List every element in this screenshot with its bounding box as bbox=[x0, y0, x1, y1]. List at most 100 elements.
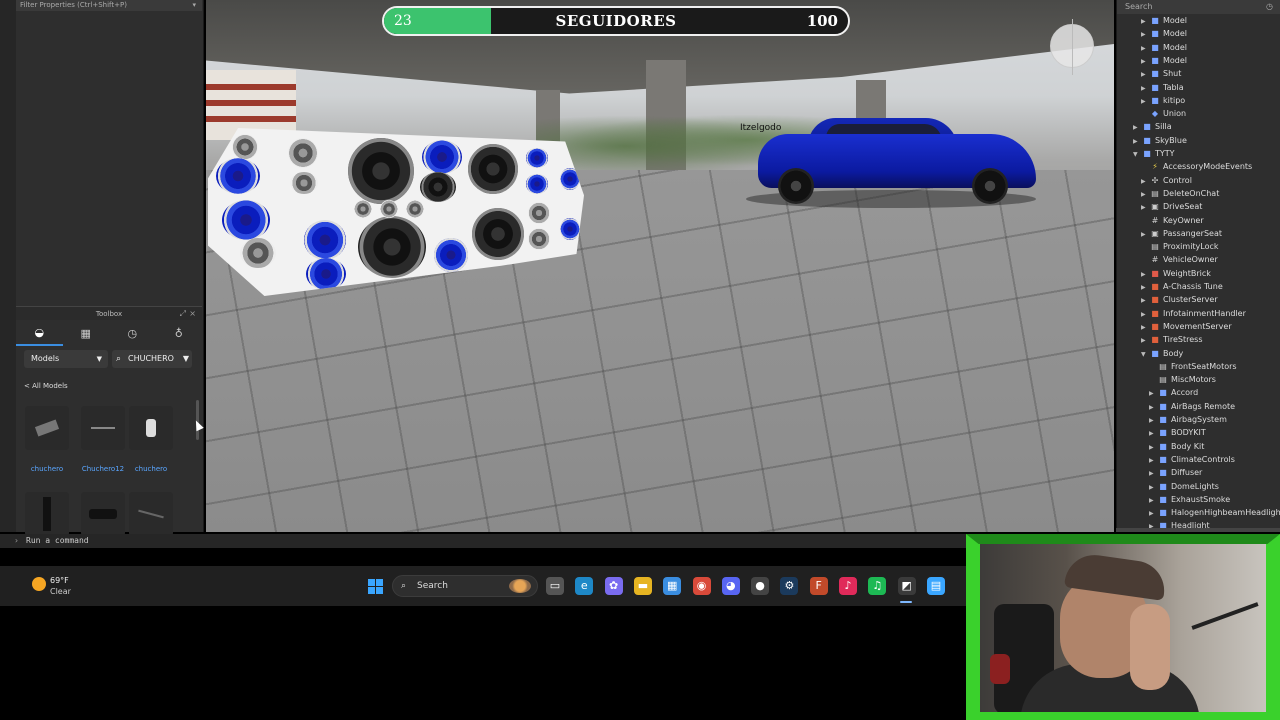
float-icon[interactable]: ⤢ bbox=[180, 307, 186, 321]
chevron-right-icon[interactable]: ▶ bbox=[1141, 228, 1150, 241]
filter-properties-input[interactable]: Filter Properties (Ctrl+Shift+P) ▾ bbox=[16, 0, 202, 11]
tree-item[interactable]: ▶ ■ AirBags Remote bbox=[1149, 400, 1235, 413]
tree-item[interactable]: ▤ MiscMotors bbox=[1149, 373, 1216, 386]
tiktok-icon[interactable]: ♪ bbox=[839, 577, 857, 595]
roblox-studio-icon[interactable]: ◩ bbox=[897, 577, 916, 595]
history-icon[interactable]: ◷ bbox=[1266, 0, 1273, 14]
chevron-down-icon[interactable]: ▼ bbox=[1133, 148, 1142, 161]
chevron-right-icon[interactable]: ▶ bbox=[1149, 494, 1158, 507]
chevron-right-icon[interactable]: ▶ bbox=[1141, 334, 1150, 347]
tree-item[interactable]: ▤ ProximityLock bbox=[1141, 240, 1218, 253]
tree-item[interactable]: ▶ ■ Diffuser bbox=[1149, 466, 1202, 479]
model-item[interactable] bbox=[76, 492, 130, 560]
chevron-right-icon[interactable]: ▶ bbox=[1141, 268, 1150, 281]
chevron-right-icon[interactable]: ▶ bbox=[1149, 441, 1158, 454]
tree-item[interactable]: ▶ ■ SkyBlue bbox=[1133, 134, 1187, 147]
chevron-right-icon[interactable]: ▶ bbox=[1149, 454, 1158, 467]
chevron-right-icon[interactable]: ▶ bbox=[1149, 387, 1158, 400]
explorer-search-input[interactable]: Search ◷ bbox=[1117, 0, 1280, 14]
tree-item[interactable]: ▶ ■ TireStress bbox=[1141, 333, 1202, 346]
chevron-right-icon[interactable]: ▶ bbox=[1141, 68, 1150, 81]
chevron-right-icon[interactable]: ▶ bbox=[1149, 507, 1158, 520]
taskbar-search[interactable]: ⌕ Search bbox=[392, 575, 538, 597]
store-icon[interactable]: ▦ bbox=[663, 577, 682, 595]
model-item[interactable]: Chuchero12 bbox=[76, 406, 130, 474]
model-item[interactable] bbox=[20, 492, 74, 560]
tree-item[interactable]: # KeyOwner bbox=[1141, 214, 1204, 227]
category-dropdown[interactable]: Models ▼ bbox=[24, 350, 108, 368]
spotify-icon[interactable]: ♫ bbox=[868, 577, 887, 595]
model-item-label[interactable]: chuchero bbox=[124, 465, 178, 473]
chevron-down-icon[interactable]: ▼ bbox=[1141, 348, 1150, 361]
chevron-right-icon[interactable]: ▶ bbox=[1149, 467, 1158, 480]
tree-item[interactable]: ▶ ■ ClimateControls bbox=[1149, 453, 1235, 466]
chevron-right-icon[interactable]: ▶ bbox=[1141, 175, 1150, 188]
blue-car-model[interactable] bbox=[758, 116, 1038, 204]
tree-item[interactable]: ▶ ■ Model bbox=[1141, 27, 1187, 40]
tree-item[interactable]: ▶ ■ ClusterServer bbox=[1141, 293, 1218, 306]
filter-icon[interactable]: ▼ bbox=[183, 350, 189, 368]
chevron-right-icon[interactable]: ▶ bbox=[1149, 401, 1158, 414]
tree-item[interactable]: # VehicleOwner bbox=[1141, 253, 1218, 266]
chevron-down-icon[interactable]: ▾ bbox=[192, 0, 196, 11]
chevron-right-icon[interactable]: ▶ bbox=[1149, 414, 1158, 427]
weather-widget[interactable]: 69°F Clear bbox=[28, 574, 88, 600]
tree-item[interactable]: ⚡ AccessoryModeEvents bbox=[1141, 160, 1252, 173]
tree-item[interactable]: ▼ ■ Body bbox=[1141, 347, 1183, 360]
windows-start-icon[interactable] bbox=[368, 579, 383, 594]
chevron-right-icon[interactable]: ▶ bbox=[1141, 281, 1150, 294]
tree-item[interactable]: ▶ ■ Tabla bbox=[1141, 81, 1184, 94]
chevron-right-icon[interactable]: ▶ bbox=[1141, 15, 1150, 28]
tree-item[interactable]: ▶ ■ Silla bbox=[1133, 120, 1172, 133]
tree-item[interactable]: ▶ ■ Body Kit bbox=[1149, 440, 1204, 453]
chevron-right-icon[interactable]: ▶ bbox=[1133, 121, 1142, 134]
tree-item[interactable]: ▶ ✣ Control bbox=[1141, 174, 1192, 187]
chevron-right-icon[interactable]: ▶ bbox=[1141, 28, 1150, 41]
tree-item[interactable]: ▶ ■ Model bbox=[1141, 41, 1187, 54]
tree-item[interactable]: ▶ ▣ PassangerSeat bbox=[1141, 227, 1222, 240]
model-item-label[interactable]: chuchero bbox=[20, 465, 74, 473]
discord-icon[interactable]: ◕ bbox=[721, 577, 740, 595]
tf-icon[interactable]: F bbox=[809, 577, 828, 595]
model-item[interactable]: chuchero bbox=[20, 406, 74, 474]
model-item[interactable]: chuchero bbox=[124, 406, 178, 474]
tree-item[interactable]: ▶ ■ kitipo bbox=[1141, 94, 1185, 107]
chevron-right-icon[interactable]: ▶ bbox=[1141, 95, 1150, 108]
file-explorer-icon[interactable]: ▬ bbox=[633, 577, 652, 595]
tree-item[interactable]: ▶ ■ Shut bbox=[1141, 67, 1181, 80]
tree-item[interactable]: ▶ ▣ DriveSeat bbox=[1141, 200, 1202, 213]
tab-marketplace[interactable]: ▦ bbox=[63, 320, 110, 346]
tree-item[interactable]: ▶ ■ BODYKIT bbox=[1149, 426, 1206, 439]
tree-item[interactable]: ▶ ■ ExhaustSmoke bbox=[1149, 493, 1230, 506]
chevron-right-icon[interactable]: ▶ bbox=[1141, 42, 1150, 55]
chevron-right-icon[interactable]: ▶ bbox=[1141, 294, 1150, 307]
chevron-right-icon[interactable]: ▶ bbox=[1149, 481, 1158, 494]
command-bar-input[interactable]: › Run a command bbox=[0, 534, 968, 548]
all-models-link[interactable]: < All Models bbox=[24, 382, 68, 390]
chevron-right-icon[interactable]: ▶ bbox=[1141, 201, 1150, 214]
tree-item[interactable]: ▶ ▤ DeleteOnChat bbox=[1141, 187, 1219, 200]
chevron-right-icon[interactable]: ▶ bbox=[1141, 82, 1150, 95]
chevron-right-icon[interactable]: ▶ bbox=[1141, 188, 1150, 201]
close-icon[interactable]: × bbox=[189, 307, 196, 321]
tree-item[interactable]: ▶ ■ MovementServer bbox=[1141, 320, 1232, 333]
tree-item[interactable]: ▶ ■ WeightBrick bbox=[1141, 267, 1211, 280]
tree-item[interactable]: ▶ ■ Model bbox=[1141, 54, 1187, 67]
tree-item[interactable]: ▼ ■ TYTY bbox=[1133, 147, 1175, 160]
tree-item[interactable]: ▶ ■ A-Chassis Tune bbox=[1141, 280, 1223, 293]
tab-inventory[interactable]: ◒ bbox=[16, 320, 63, 346]
tree-item[interactable]: ▶ ■ HalogenHighbeamHeadlights bbox=[1149, 506, 1280, 519]
notepad-icon[interactable]: ▤ bbox=[926, 577, 945, 595]
tree-item[interactable]: ▶ ■ Model bbox=[1141, 14, 1187, 27]
model-item[interactable] bbox=[124, 492, 178, 560]
obs-icon[interactable]: ● bbox=[751, 577, 770, 595]
edge-icon[interactable]: e bbox=[575, 577, 594, 595]
3d-viewport[interactable]: Itzelgodo bbox=[206, 0, 1114, 532]
tree-item[interactable]: ◆ Union bbox=[1141, 107, 1186, 120]
steam-icon[interactable]: ⚙ bbox=[780, 577, 799, 595]
chevron-right-icon[interactable]: ▶ bbox=[1133, 135, 1142, 148]
tree-item[interactable]: ▶ ■ DomeLights bbox=[1149, 480, 1219, 493]
tree-item[interactable]: ▶ ■ InfotainmentHandler bbox=[1141, 307, 1246, 320]
explorer-scrollbar[interactable] bbox=[1116, 528, 1280, 532]
tree-item[interactable]: ▶ ■ AirbagSystem bbox=[1149, 413, 1227, 426]
